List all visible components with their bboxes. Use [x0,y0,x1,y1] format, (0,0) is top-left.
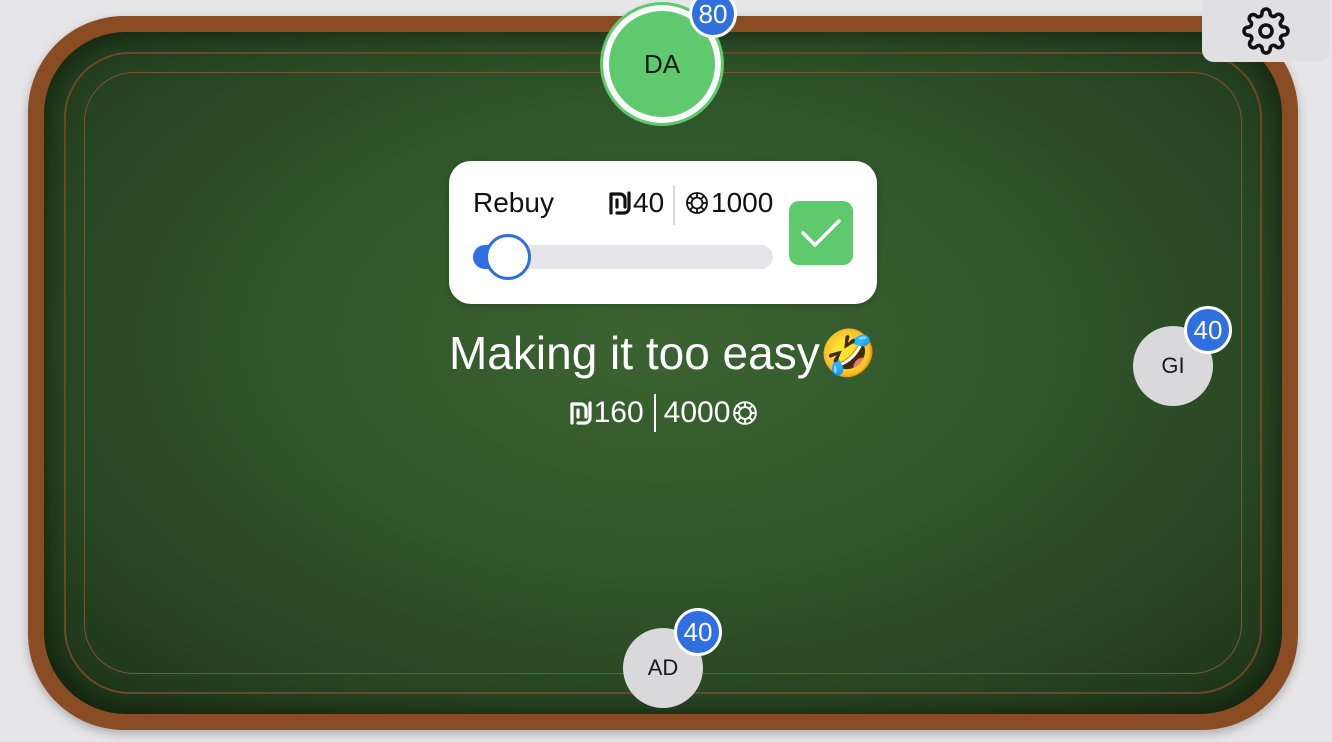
rebuy-label: Rebuy [473,187,554,218]
shekel-icon [607,190,633,216]
player-initials: AD [647,655,679,680]
table-pot-stats: 160 4000 [0,394,1326,432]
stats-divider [653,394,656,432]
settings-button[interactable] [1202,0,1330,62]
rebuy-divider [673,185,675,225]
badge-value: 80 [698,0,728,29]
rebuy-money-value: 40 [633,187,665,218]
chip-icon [685,191,709,215]
checkmark-icon [799,211,843,255]
table-chip-total: 4000 [663,396,731,429]
poker-screen: DA 80 GI 40 AD 40 Rebuy 40 1000 Making i… [0,0,1332,742]
player-stack-badge: 40 [674,608,722,656]
table-money-total: 160 [593,396,644,429]
player-initials: DA [643,48,681,79]
chip-icon [732,400,758,426]
confirm-rebuy-button[interactable] [789,201,853,265]
rebuy-chip-amount: 1000 [685,187,773,219]
rebuy-amount-slider[interactable] [473,234,773,280]
table-message: Making it too easy🤣 [448,327,877,379]
rebuy-money-amount: 40 [607,187,664,219]
slider-thumb[interactable] [485,234,531,280]
shekel-icon [568,400,594,426]
gear-icon [1242,7,1290,55]
rebuy-panel: Rebuy 40 1000 [449,161,877,304]
rebuy-chip-value: 1000 [711,187,774,218]
badge-value: 40 [683,616,713,647]
